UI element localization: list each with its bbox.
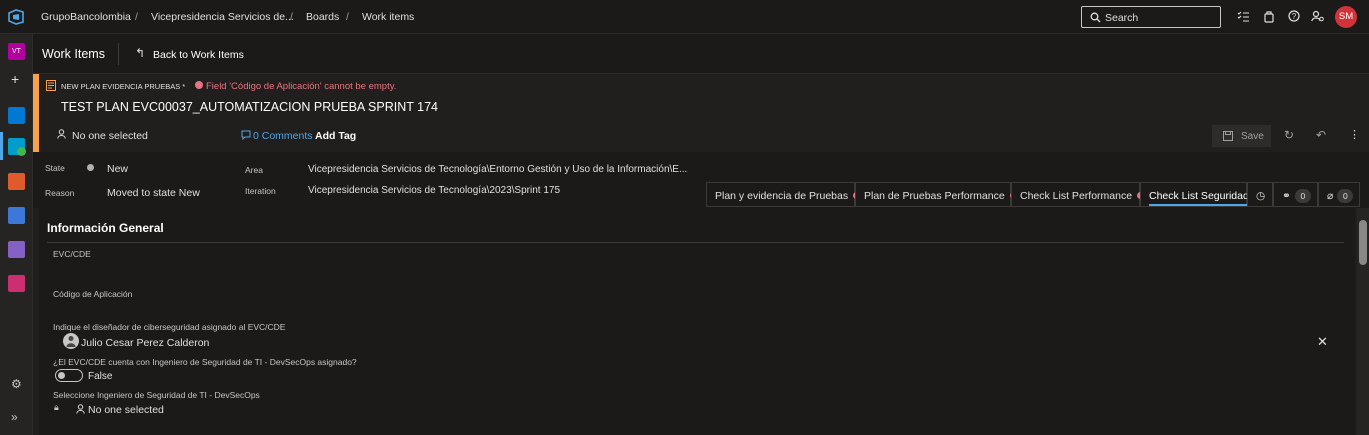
breadcrumb-project[interactable]: Vicepresidencia Servicios de... [151,11,294,23]
work-item-type-label: NEW PLAN EVIDENCIA PRUEBAS * [61,82,186,91]
tab-plan-performance[interactable]: Plan de Pruebas Performance [855,182,1017,207]
tab-plan-evidencia[interactable]: Plan y evidencia de Pruebas [706,182,861,207]
breadcrumb-separator: / [290,11,293,23]
codigo-aplicacion-label: Código de Aplicación [53,289,133,299]
comments-link[interactable]: 0 Comments [253,130,313,142]
work-item-type-accent [33,74,39,152]
more-actions-icon[interactable]: ⋮ [1349,128,1360,141]
codigo-aplicacion-field[interactable] [53,302,453,316]
scrollbar-thumb[interactable] [1359,220,1367,265]
error-icon [195,81,203,89]
repos-icon[interactable] [8,173,25,190]
svg-text:?: ? [1292,12,1297,21]
breadcrumb-separator: / [135,11,138,23]
disenador-value[interactable]: Julio Cesar Perez Calderon [81,337,209,349]
tab-history[interactable]: ◷ [1247,182,1273,207]
seleccione-label: Seleccione Ingeniero de Seguridad de TI … [53,390,260,400]
iteration-label: Iteration [245,186,276,196]
breadcrumb-work-items[interactable]: Work items [362,11,414,23]
disenador-label: Indique el diseñador de ciberseguridad a… [53,322,286,332]
back-to-work-items-button[interactable]: Back to Work Items [153,49,244,61]
error-message: Field 'Código de Aplicación' cannot be e… [206,81,397,92]
search-box[interactable]: Search [1081,6,1221,28]
boards-icon[interactable] [8,138,26,156]
scrollbar-track[interactable] [1357,208,1369,435]
tab-check-list-seguridad[interactable]: Check List Seguridad [1140,182,1249,207]
add-tag-button[interactable]: Add Tag [315,130,356,142]
undo-icon[interactable]: ↶ [1316,128,1326,142]
area-label: Area [245,165,263,175]
links-count: 0 [1294,189,1311,203]
evc-cde-label: EVC/CDE [53,249,91,259]
refresh-icon[interactable]: ↻ [1284,128,1294,142]
attachments-count: 0 [1337,189,1354,203]
divider [118,43,119,65]
page-title: Work Items [42,47,105,61]
iteration-value[interactable]: Vicepresidencia Servicios de Tecnología\… [308,185,560,196]
save-icon [1223,131,1233,141]
avatar[interactable]: SM [1335,6,1357,28]
user-settings-icon[interactable] [1311,10,1324,22]
tab-label: Check List Seguridad [1149,190,1249,206]
work-item-type-icon [46,80,56,91]
project-tile[interactable]: VT [8,43,25,60]
section-title: Información General [47,221,164,235]
sub-header: Work Items ↰ Back to Work Items [33,34,1369,74]
breadcrumb-org[interactable]: GrupoBancolombia [41,11,131,23]
lock-icon: 🔒︎ [54,402,59,412]
task-list-icon[interactable] [1237,11,1250,23]
work-item-title[interactable]: TEST PLAN EVC00037_AUTOMATIZACION PRUEBA… [61,100,438,114]
tab-attachments[interactable]: ⌀ 0 [1318,182,1360,207]
evc-cde-field[interactable] [53,262,453,276]
comment-icon [241,130,251,140]
reason-value[interactable]: Moved to state New [107,187,200,199]
assigned-to-field[interactable]: No one selected [72,130,148,142]
state-value[interactable]: New [107,163,128,175]
azure-devops-logo-icon[interactable] [8,9,24,25]
tab-links[interactable]: ⚭ 0 [1273,182,1318,207]
test-plans-icon[interactable] [8,241,25,258]
devsecops-toggle[interactable] [55,369,83,382]
section-divider [47,242,1344,243]
person-icon [76,404,85,414]
close-icon[interactable]: ✕ [1317,334,1328,350]
state-dot [87,164,94,171]
link-icon: ⚭ [1282,190,1291,202]
plus-icon[interactable]: + [11,71,19,87]
search-icon [1090,12,1101,23]
save-label: Save [1241,131,1264,142]
double-chevron-icon[interactable]: » [11,410,18,424]
history-icon: ◷ [1256,190,1266,202]
pipelines-icon[interactable] [8,207,25,224]
attachment-icon: ⌀ [1327,190,1334,202]
back-arrow-icon[interactable]: ↰ [135,46,145,60]
toggle-value: False [88,371,113,382]
tab-check-list-performance[interactable]: Check List Performance [1011,182,1145,207]
gear-icon[interactable]: ⚙ [11,377,22,391]
save-button[interactable]: Save [1212,125,1271,147]
active-nav-indicator [0,132,3,160]
top-bar: GrupoBancolombia / Vicepresidencia Servi… [0,0,1369,34]
breadcrumb-boards[interactable]: Boards [306,11,339,23]
help-icon[interactable]: ? [1288,10,1300,22]
tab-label: Check List Performance [1020,190,1133,202]
marketplace-bag-icon[interactable] [1264,10,1274,23]
seleccione-value[interactable]: No one selected [88,404,164,416]
area-value[interactable]: Vicepresidencia Servicios de Tecnología\… [308,164,687,175]
ingeniero-question-label: ¿El EVC/CDE cuenta con Ingeniero de Segu… [53,357,357,367]
tab-label: Plan de Pruebas Performance [864,190,1005,202]
artifacts-icon[interactable] [8,275,25,292]
search-label: Search [1105,12,1139,24]
state-label: State [45,163,65,173]
breadcrumb-separator: / [346,11,349,23]
reason-label: Reason [45,188,75,198]
left-nav: VT + ⚙ » [0,34,33,435]
person-icon [57,129,66,139]
tab-label: Plan y evidencia de Pruebas [715,190,849,202]
user-avatar-icon [63,333,79,349]
overview-icon[interactable] [8,107,25,124]
